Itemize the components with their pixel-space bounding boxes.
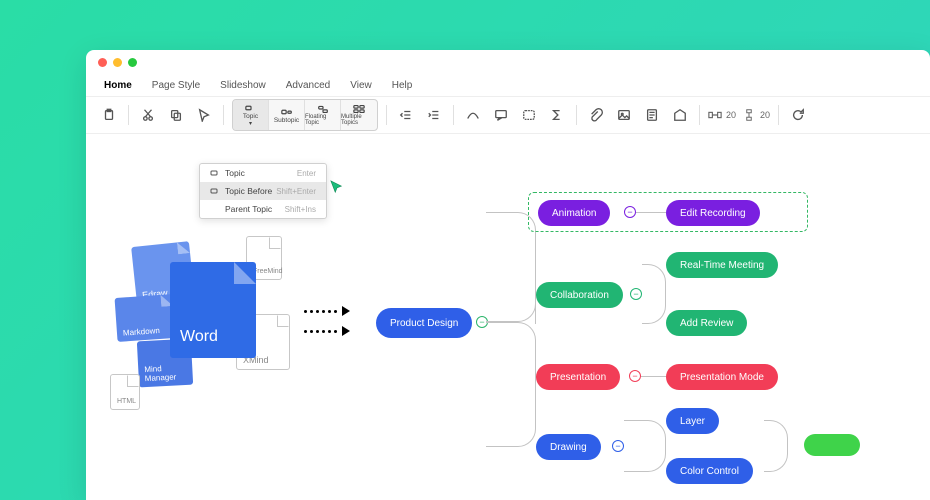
menu-page-style[interactable]: Page Style bbox=[152, 80, 200, 91]
file-markdown[interactable]: Markdown bbox=[115, 294, 176, 342]
dropdown-topic-before-label: Topic Before bbox=[225, 186, 272, 196]
note-icon[interactable] bbox=[641, 102, 663, 128]
outdent-icon[interactable] bbox=[395, 102, 417, 128]
node-presentation-mode[interactable]: Presentation Mode bbox=[666, 364, 778, 390]
menubar: Home Page Style Slideshow Advanced View … bbox=[86, 74, 930, 96]
dropdown-parent-topic-hint: Shift+Ins bbox=[285, 205, 316, 214]
minimize-dot[interactable] bbox=[113, 58, 122, 67]
format-painter-icon[interactable] bbox=[193, 102, 215, 128]
multiple-topics-button[interactable]: Multiple Topics bbox=[341, 100, 377, 130]
callout-icon[interactable] bbox=[490, 102, 512, 128]
expand-drawing[interactable]: − bbox=[612, 440, 624, 452]
node-extra[interactable] bbox=[804, 434, 860, 456]
boundary-icon[interactable] bbox=[518, 102, 540, 128]
dropdown-topic-before-hint: Shift+Enter bbox=[276, 187, 316, 196]
subtopic-button[interactable]: Subtopic bbox=[269, 100, 305, 130]
close-dot[interactable] bbox=[98, 58, 107, 67]
node-realtime-meeting[interactable]: Real-Time Meeting bbox=[666, 252, 778, 278]
menu-advanced[interactable]: Advanced bbox=[286, 80, 330, 91]
toolbar: Topic ▾ Subtopic Floating Topic Multiple… bbox=[86, 96, 930, 134]
tag-icon[interactable] bbox=[669, 102, 691, 128]
maximize-dot[interactable] bbox=[128, 58, 137, 67]
conn-presentation bbox=[641, 376, 666, 377]
copy-icon[interactable] bbox=[165, 102, 187, 128]
expand-presentation[interactable]: − bbox=[629, 370, 641, 382]
conn-drawing bbox=[624, 420, 666, 472]
attachment-icon[interactable] bbox=[585, 102, 607, 128]
node-add-review[interactable]: Add Review bbox=[666, 310, 747, 336]
h-spacing[interactable]: 20 bbox=[708, 109, 736, 121]
dropdown-parent-topic-label: Parent Topic bbox=[225, 204, 272, 214]
dropdown-parent-topic[interactable]: Parent Topic Shift+Ins bbox=[200, 200, 326, 218]
floating-topic-button[interactable]: Floating Topic bbox=[305, 100, 341, 130]
relationship-icon[interactable] bbox=[462, 102, 484, 128]
subtopic-label: Subtopic bbox=[274, 117, 299, 124]
import-arrow-1 bbox=[304, 306, 350, 316]
cursor-icon bbox=[330, 180, 344, 199]
branch-line-2 bbox=[486, 294, 536, 324]
floating-topic-label: Floating Topic bbox=[305, 114, 340, 126]
menu-view[interactable]: View bbox=[350, 80, 372, 91]
conn-animation bbox=[636, 212, 666, 213]
node-drawing[interactable]: Drawing bbox=[536, 434, 601, 460]
clipboard-icon[interactable] bbox=[98, 102, 120, 128]
summary-icon[interactable] bbox=[546, 102, 568, 128]
menu-home[interactable]: Home bbox=[104, 80, 132, 91]
node-color-control[interactable]: Color Control bbox=[666, 458, 753, 484]
image-icon[interactable] bbox=[613, 102, 635, 128]
dropdown-topic[interactable]: Topic Enter bbox=[200, 164, 326, 182]
refresh-icon[interactable] bbox=[787, 102, 809, 128]
import-arrow-2 bbox=[304, 326, 350, 336]
dropdown-topic-label: Topic bbox=[225, 168, 245, 178]
conn-collab bbox=[642, 264, 666, 324]
dropdown-topic-hint: Enter bbox=[297, 169, 316, 178]
topic-dropdown: Topic Enter Topic Before Shift+Enter Par… bbox=[199, 163, 327, 219]
v-spacing-value: 20 bbox=[760, 110, 770, 120]
topic-group: Topic ▾ Subtopic Floating Topic Multiple… bbox=[232, 99, 378, 131]
branch-line-3 bbox=[486, 322, 536, 447]
titlebar bbox=[86, 50, 930, 74]
app-window: Home Page Style Slideshow Advanced View … bbox=[86, 50, 930, 500]
menu-slideshow[interactable]: Slideshow bbox=[220, 80, 266, 91]
dropdown-topic-before[interactable]: Topic Before Shift+Enter bbox=[200, 182, 326, 200]
h-spacing-value: 20 bbox=[726, 110, 736, 120]
node-collaboration[interactable]: Collaboration bbox=[536, 282, 623, 308]
v-spacing[interactable]: 20 bbox=[742, 109, 770, 121]
conn-drawing-right bbox=[764, 420, 788, 472]
topic-button[interactable]: Topic ▾ bbox=[233, 100, 269, 130]
indent-icon[interactable] bbox=[423, 102, 445, 128]
file-word[interactable]: Word bbox=[170, 262, 256, 358]
file-html[interactable]: HTML bbox=[110, 374, 140, 410]
node-presentation[interactable]: Presentation bbox=[536, 364, 620, 390]
cut-icon[interactable] bbox=[137, 102, 159, 128]
expand-collaboration[interactable]: − bbox=[630, 288, 642, 300]
node-animation[interactable]: Animation bbox=[538, 200, 610, 226]
expand-animation[interactable]: − bbox=[624, 206, 636, 218]
menu-help[interactable]: Help bbox=[392, 80, 413, 91]
node-central[interactable]: Product Design bbox=[376, 308, 472, 338]
node-layer[interactable]: Layer bbox=[666, 408, 719, 434]
multiple-topics-label: Multiple Topics bbox=[341, 114, 377, 126]
topic-label: Topic bbox=[243, 113, 258, 120]
node-edit-recording[interactable]: Edit Recording bbox=[666, 200, 760, 226]
